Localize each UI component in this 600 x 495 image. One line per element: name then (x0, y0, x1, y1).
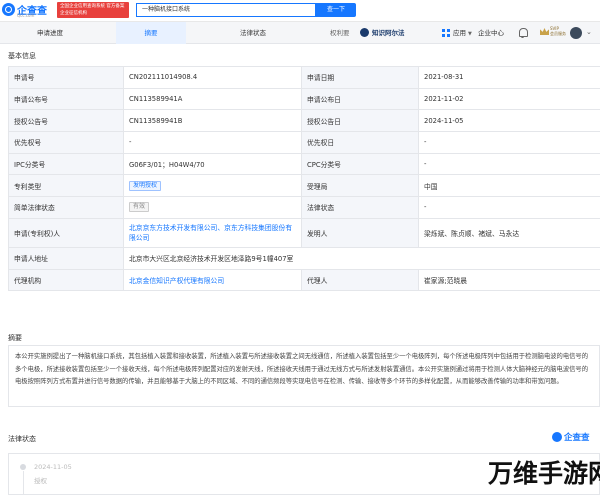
field-label: 申请日期 (301, 66, 419, 89)
table-row: 简单法律状态 有效 法律状态 - (8, 196, 600, 219)
table-row: 申请人地址 北京市大兴区北京经济技术开发区地泽路9号1幢407室 (8, 246, 600, 270)
apps-grid-icon[interactable] (442, 29, 450, 37)
logo-subtext: Qcc.com (17, 13, 35, 18)
qcc-logo-icon (2, 3, 15, 16)
cpc-classification: - (418, 152, 600, 176)
search-input[interactable]: 一种脑机接口系统 (136, 3, 316, 17)
applicant-text[interactable]: 北京京东方技术开发有限公司、京东方科技集团股份有限公司 (129, 224, 292, 242)
bell-icon[interactable] (518, 28, 528, 38)
field-label: 授权公告号 (8, 109, 124, 133)
publication-date: 2021-11-02 (418, 87, 600, 111)
legal-status-title: 法律状态 (8, 435, 36, 443)
legal-status-value: - (418, 196, 600, 219)
field-label: 申请(专利权)人 (8, 217, 124, 248)
field-label: IPC分类号 (8, 152, 124, 176)
ipc-classification: G06F3/01；H04W4/70 (123, 152, 302, 176)
applicant-link[interactable]: 北京京东方技术开发有限公司、京东方科技集团股份有限公司 (123, 217, 302, 248)
agency-link[interactable]: 北京金信知识产权代理有限公司 (129, 277, 224, 285)
field-label: 代理人 (301, 268, 419, 292)
qcc-logo[interactable]: 企查查 Qcc.com (2, 2, 52, 18)
field-label: CPC分类号 (301, 152, 419, 176)
timeline-dot (20, 464, 26, 470)
timeline-line (22, 471, 24, 495)
table-row: 专利类型 发明授权 受理局 中国 (8, 174, 600, 198)
watermark-text: 万维手游网 (488, 459, 600, 488)
patent-type-tag: 发明授权 (129, 180, 162, 191)
site-watermark: 万维手游网 (488, 452, 600, 492)
field-label: 优先权号 (8, 131, 124, 154)
application-date: 2021-08-31 (418, 66, 600, 89)
top-bar: 企查查 Qcc.com 全国企业信用查询系统 官方备案企业征信机构 一种脑机接口… (0, 0, 600, 22)
tab-legal-status[interactable]: 法律状态 (218, 22, 288, 44)
priority-date: - (418, 131, 600, 154)
qcc-logo-icon (552, 432, 562, 442)
chevron-down-icon[interactable]: ⌄ (586, 28, 592, 36)
field-label: 申请人地址 (8, 246, 124, 270)
legal-event-date: 2024-11-05 (34, 463, 72, 471)
inventors: 梁烁斌、陈贞顺、褚斌、马永达 (418, 217, 600, 248)
publication-number: CN113589941A (123, 87, 302, 111)
field-label: 授权公告日 (301, 109, 419, 133)
qcc-watermark-logo: 企查查 (552, 431, 600, 443)
table-row: 申请(专利权)人 北京京东方技术开发有限公司、京东方科技集团股份有限公司 发明人… (8, 217, 600, 248)
field-label: 发明人 (301, 217, 419, 248)
crown-icon (540, 28, 549, 35)
table-row: 优先权号 - 优先权日 - (8, 131, 600, 154)
zhishi-alpha-icon (360, 28, 369, 37)
grant-number: CN113589941B (123, 109, 302, 133)
enterprise-center-link[interactable]: 企业中心 (478, 22, 504, 44)
search-button[interactable]: 查一下 (316, 3, 356, 17)
apps-menu[interactable]: 应用 ▼ (453, 22, 472, 44)
field-label: 申请公布日 (301, 87, 419, 111)
abstract-title: 摘要 (8, 334, 22, 342)
avatar[interactable] (570, 27, 582, 39)
tab-abstract[interactable]: 摘要 (116, 22, 186, 44)
tab-application-progress[interactable]: 申请进度 (15, 22, 85, 44)
apps-label: 应用 (453, 29, 466, 37)
field-label: 申请号 (8, 66, 124, 89)
receiving-office: 中国 (418, 174, 600, 198)
basic-info-table: 申请号 CN202111014908.4 申请日期 2021-08-31 申请公… (8, 66, 600, 292)
caret-down-icon: ▼ (468, 31, 472, 37)
legal-event-name: 授权 (34, 477, 47, 485)
grant-date: 2024-11-05 (418, 109, 600, 133)
field-label: 受理局 (301, 174, 419, 198)
svip-sub: 会员服务 (550, 31, 566, 36)
table-row: 申请号 CN202111014908.4 申请日期 2021-08-31 (8, 66, 600, 89)
table-row: IPC分类号 G06F3/01；H04W4/70 CPC分类号 - (8, 152, 600, 176)
table-row: 授权公告号 CN113589941B 授权公告日 2024-11-05 (8, 109, 600, 133)
field-label: 代理机构 (8, 268, 124, 292)
field-label: 优先权日 (301, 131, 419, 154)
application-number: CN202111014908.4 (123, 66, 302, 89)
detail-nav: 申请进度 摘要 法律状态 权利要 知识阿尔法 应用 ▼ 企业中心 SVIP 会员服务… (0, 22, 600, 44)
status-badge: 有效 (129, 202, 150, 213)
applicant-address: 北京市大兴区北京经济技术开发区地泽路9号1幢407室 (123, 246, 600, 270)
priority-number: - (123, 131, 302, 154)
field-label: 申请公布号 (8, 87, 124, 111)
basic-info-title: 基本信息 (8, 52, 36, 60)
legal-logo-text: 企查查 (564, 433, 590, 443)
abstract-text: 本公开实施例提出了一种脑机接口系统，其包括植入装置和接收装置，所述植入装置与所述… (8, 345, 600, 407)
field-label: 法律状态 (301, 196, 419, 219)
table-row: 申请公布号 CN113589941A 申请公布日 2021-11-02 (8, 87, 600, 111)
agents: 崔家源;范晓晨 (418, 268, 600, 292)
svip-badge[interactable]: SVIP 会员服务 (540, 26, 566, 40)
field-label: 专利类型 (8, 174, 124, 198)
tab-claims[interactable]: 权利要 (330, 22, 350, 44)
table-row: 代理机构 北京金信知识产权代理有限公司 代理人 崔家源;范晓晨 (8, 268, 600, 292)
official-record-badge: 全国企业信用查询系统 官方备案企业征信机构 (57, 2, 129, 18)
field-label: 简单法律状态 (8, 196, 124, 219)
zhishi-alpha-brand[interactable]: 知识阿尔法 (372, 27, 405, 37)
